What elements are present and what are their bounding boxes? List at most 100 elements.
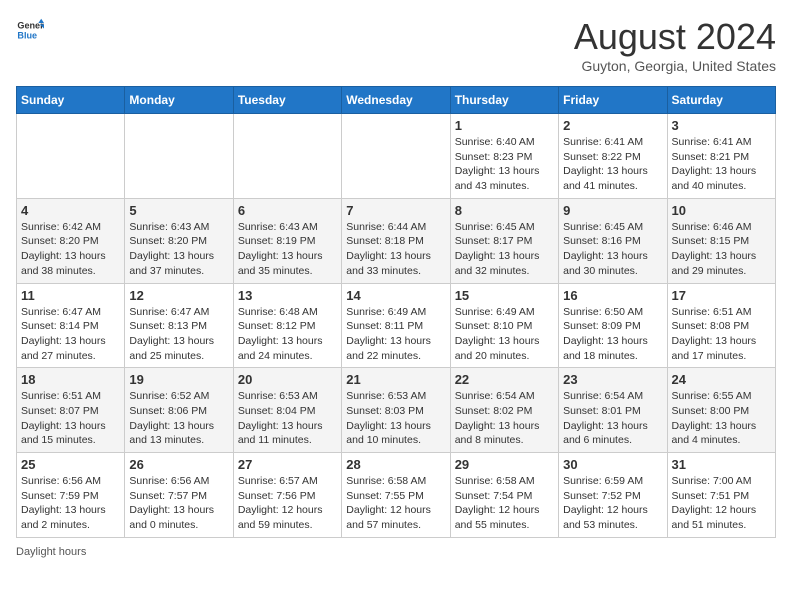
calendar-cell: 1 Sunrise: 6:40 AMSunset: 8:23 PMDaylight… (450, 114, 558, 199)
logo: General Blue (16, 16, 44, 44)
day-info: Sunrise: 6:41 AMSunset: 8:21 PMDaylight:… (672, 135, 771, 194)
day-info: Sunrise: 6:51 AMSunset: 8:08 PMDaylight:… (672, 305, 771, 364)
day-info: Sunrise: 6:50 AMSunset: 8:09 PMDaylight:… (563, 305, 662, 364)
calendar-cell: 25 Sunrise: 6:56 AMSunset: 7:59 PMDayligh… (17, 453, 125, 538)
calendar-cell: 15 Sunrise: 6:49 AMSunset: 8:10 PMDayligh… (450, 283, 558, 368)
calendar-cell: 8Sunrise: 6:45 AMSunset: 8:17 PMDaylight… (450, 198, 558, 283)
day-number: 13 (238, 288, 337, 303)
day-number: 6 (238, 203, 337, 218)
day-info: Sunrise: 6:51 AMSunset: 8:07 PMDaylight:… (21, 389, 120, 448)
day-number: 7 (346, 203, 445, 218)
calendar-cell (233, 114, 341, 199)
calendar-cell: 10Sunrise: 6:46 AMSunset: 8:15 PMDayligh… (667, 198, 775, 283)
day-of-week-header: Saturday (667, 87, 775, 114)
calendar-table: SundayMondayTuesdayWednesdayThursdayFrid… (16, 86, 776, 538)
day-of-week-header: Tuesday (233, 87, 341, 114)
day-of-week-header: Wednesday (342, 87, 450, 114)
day-number: 31 (672, 457, 771, 472)
calendar-cell: 7 Sunrise: 6:44 AMSunset: 8:18 PMDaylight… (342, 198, 450, 283)
day-number: 26 (129, 457, 228, 472)
calendar-cell: 24Sunrise: 6:55 AMSunset: 8:00 PMDayligh… (667, 368, 775, 453)
day-number: 15 (455, 288, 554, 303)
day-number: 29 (455, 457, 554, 472)
day-info: Sunrise: 6:53 AMSunset: 8:04 PMDaylight:… (238, 389, 337, 448)
calendar-cell: 28 Sunrise: 6:58 AMSunset: 7:55 PMDayligh… (342, 453, 450, 538)
day-number: 14 (346, 288, 445, 303)
day-number: 18 (21, 372, 120, 387)
day-info: Sunrise: 6:56 AMSunset: 7:57 PMDaylight:… (129, 474, 228, 533)
calendar-cell: 26 Sunrise: 6:56 AMSunset: 7:57 PMDayligh… (125, 453, 233, 538)
day-of-week-header: Thursday (450, 87, 558, 114)
day-info: Sunrise: 6:43 AMSunset: 8:20 PMDaylight:… (129, 220, 228, 279)
day-info: Sunrise: 6:57 AMSunset: 7:56 PMDaylight:… (238, 474, 337, 533)
day-number: 25 (21, 457, 120, 472)
day-number: 28 (346, 457, 445, 472)
day-number: 27 (238, 457, 337, 472)
title-block: August 2024 Guyton, Georgia, United Stat… (574, 16, 776, 74)
day-number: 9 (563, 203, 662, 218)
calendar-week-row: 4 Sunrise: 6:42 AMSunset: 8:20 PMDaylight… (17, 198, 776, 283)
calendar-cell (342, 114, 450, 199)
calendar-cell: 19 Sunrise: 6:52 AMSunset: 8:06 PMDayligh… (125, 368, 233, 453)
day-info: Sunrise: 6:40 AMSunset: 8:23 PMDaylight:… (455, 135, 554, 194)
day-info: Sunrise: 6:49 AMSunset: 8:10 PMDaylight:… (455, 305, 554, 364)
day-number: 3 (672, 118, 771, 133)
day-number: 12 (129, 288, 228, 303)
calendar-cell: 14 Sunrise: 6:49 AMSunset: 8:11 PMDayligh… (342, 283, 450, 368)
day-number: 24 (672, 372, 771, 387)
daylight-label: Daylight hours (16, 546, 86, 558)
calendar-week-row: 1 Sunrise: 6:40 AMSunset: 8:23 PMDaylight… (17, 114, 776, 199)
day-info: Sunrise: 6:42 AMSunset: 8:20 PMDaylight:… (21, 220, 120, 279)
calendar-cell: 16 Sunrise: 6:50 AMSunset: 8:09 PMDayligh… (559, 283, 667, 368)
day-info: Sunrise: 6:47 AMSunset: 8:13 PMDaylight:… (129, 305, 228, 364)
day-info: Sunrise: 6:59 AMSunset: 7:52 PMDaylight:… (563, 474, 662, 533)
month-title: August 2024 (574, 16, 776, 58)
calendar-cell: 17 Sunrise: 6:51 AMSunset: 8:08 PMDayligh… (667, 283, 775, 368)
day-info: Sunrise: 6:56 AMSunset: 7:59 PMDaylight:… (21, 474, 120, 533)
calendar-cell: 5 Sunrise: 6:43 AMSunset: 8:20 PMDaylight… (125, 198, 233, 283)
day-number: 10 (672, 203, 771, 218)
calendar-cell: 22Sunrise: 6:54 AMSunset: 8:02 PMDayligh… (450, 368, 558, 453)
day-number: 16 (563, 288, 662, 303)
day-number: 19 (129, 372, 228, 387)
day-number: 1 (455, 118, 554, 133)
calendar-week-row: 11Sunrise: 6:47 AMSunset: 8:14 PMDayligh… (17, 283, 776, 368)
calendar-cell: 12 Sunrise: 6:47 AMSunset: 8:13 PMDayligh… (125, 283, 233, 368)
calendar-cell: 9 Sunrise: 6:45 AMSunset: 8:16 PMDaylight… (559, 198, 667, 283)
day-number: 4 (21, 203, 120, 218)
location-subtitle: Guyton, Georgia, United States (574, 58, 776, 74)
day-info: Sunrise: 6:49 AMSunset: 8:11 PMDaylight:… (346, 305, 445, 364)
day-info: Sunrise: 6:54 AMSunset: 8:02 PMDaylight:… (455, 389, 554, 448)
day-number: 11 (21, 288, 120, 303)
day-info: Sunrise: 7:00 AMSunset: 7:51 PMDaylight:… (672, 474, 771, 533)
day-info: Sunrise: 6:45 AMSunset: 8:16 PMDaylight:… (563, 220, 662, 279)
calendar-header-row: SundayMondayTuesdayWednesdayThursdayFrid… (17, 87, 776, 114)
day-info: Sunrise: 6:48 AMSunset: 8:12 PMDaylight:… (238, 305, 337, 364)
calendar-cell: 31 Sunrise: 7:00 AMSunset: 7:51 PMDayligh… (667, 453, 775, 538)
calendar-cell: 2Sunrise: 6:41 AMSunset: 8:22 PMDaylight… (559, 114, 667, 199)
calendar-cell: 27 Sunrise: 6:57 AMSunset: 7:56 PMDayligh… (233, 453, 341, 538)
calendar-cell (125, 114, 233, 199)
calendar-cell (17, 114, 125, 199)
calendar-cell: 29Sunrise: 6:58 AMSunset: 7:54 PMDayligh… (450, 453, 558, 538)
calendar-cell: 20 Sunrise: 6:53 AMSunset: 8:04 PMDayligh… (233, 368, 341, 453)
calendar-cell: 30 Sunrise: 6:59 AMSunset: 7:52 PMDayligh… (559, 453, 667, 538)
day-number: 2 (563, 118, 662, 133)
day-number: 17 (672, 288, 771, 303)
day-info: Sunrise: 6:44 AMSunset: 8:18 PMDaylight:… (346, 220, 445, 279)
footer: Daylight hours (16, 546, 776, 558)
day-info: Sunrise: 6:52 AMSunset: 8:06 PMDaylight:… (129, 389, 228, 448)
day-number: 20 (238, 372, 337, 387)
day-number: 23 (563, 372, 662, 387)
calendar-cell: 23Sunrise: 6:54 AMSunset: 8:01 PMDayligh… (559, 368, 667, 453)
calendar-cell: 6Sunrise: 6:43 AMSunset: 8:19 PMDaylight… (233, 198, 341, 283)
day-of-week-header: Friday (559, 87, 667, 114)
calendar-cell: 21Sunrise: 6:53 AMSunset: 8:03 PMDayligh… (342, 368, 450, 453)
day-number: 30 (563, 457, 662, 472)
calendar-cell: 18 Sunrise: 6:51 AMSunset: 8:07 PMDayligh… (17, 368, 125, 453)
day-number: 5 (129, 203, 228, 218)
day-info: Sunrise: 6:58 AMSunset: 7:55 PMDaylight:… (346, 474, 445, 533)
day-of-week-header: Monday (125, 87, 233, 114)
logo-icon: General Blue (16, 16, 44, 44)
day-number: 21 (346, 372, 445, 387)
